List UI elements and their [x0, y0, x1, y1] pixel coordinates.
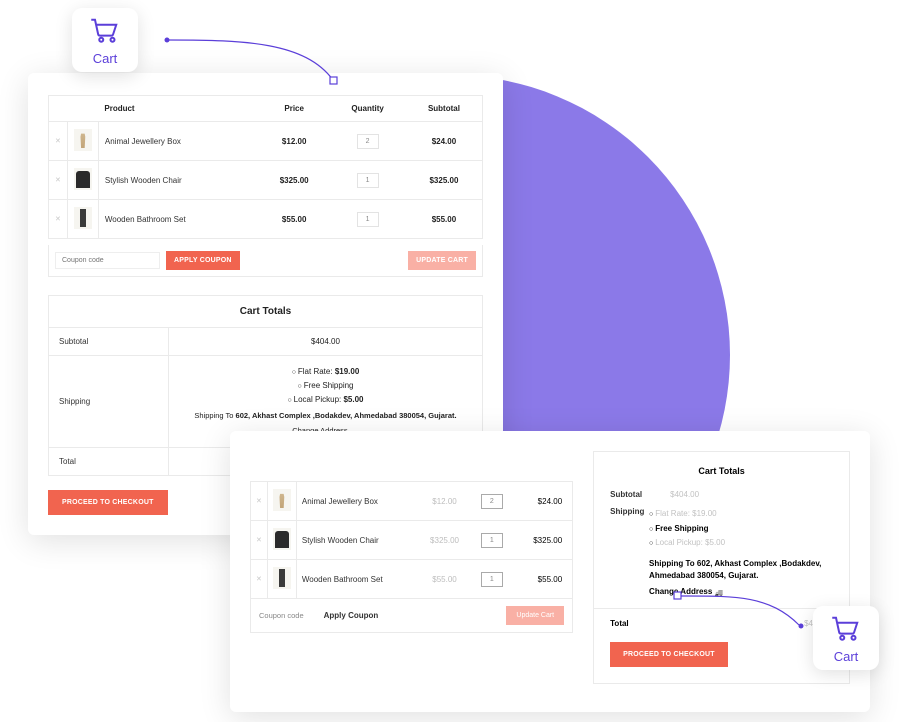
product-subtotal: $55.00: [513, 560, 572, 599]
product-thumbnail: [74, 129, 92, 151]
product-price: $55.00: [418, 560, 470, 599]
cart-totals-sidebar: Cart Totals Subtotal $404.00 Shipping Fl…: [593, 451, 850, 684]
subtotal-value: $404.00: [169, 328, 483, 356]
proceed-checkout-button[interactable]: PROCEED TO CHECKOUT: [610, 642, 728, 667]
shipping-options: Flat Rate: $19.00 Free Shipping Local Pi…: [179, 365, 472, 438]
quantity-input[interactable]: 1: [481, 572, 503, 587]
cart-badge-label: Cart: [834, 649, 859, 664]
cart-icon: [90, 18, 120, 49]
shipping-option-free[interactable]: Free Shipping: [649, 522, 833, 537]
product-name: Wooden Bathroom Set: [296, 560, 418, 599]
product-price: $325.00: [259, 161, 329, 200]
apply-coupon-button[interactable]: Apply Coupon: [324, 611, 379, 620]
coupon-input[interactable]: Coupon code: [259, 611, 304, 620]
remove-item-button[interactable]: ✕: [49, 161, 68, 200]
product-price: $12.00: [259, 122, 329, 161]
cart-badge-top: Cart: [72, 8, 138, 72]
shipping-option-local[interactable]: Local Pickup: $5.00: [179, 393, 472, 407]
col-price: Price: [259, 96, 329, 122]
connector-line-bottom: [674, 590, 804, 630]
product-subtotal: $325.00: [513, 521, 572, 560]
quantity-input[interactable]: 1: [357, 212, 379, 227]
shipping-option-free[interactable]: Free Shipping: [179, 379, 472, 393]
product-name: Stylish Wooden Chair: [98, 161, 259, 200]
quantity-input[interactable]: 1: [357, 173, 379, 188]
table-row: ✕ Stylish Wooden Chair $325.00 1 $325.00: [251, 521, 573, 560]
product-price: $325.00: [418, 521, 470, 560]
product-subtotal: $55.00: [406, 200, 483, 239]
cart-items-table-compact: ✕ Animal Jewellery Box $12.00 2 $24.00 ✕…: [250, 481, 573, 599]
remove-item-button[interactable]: ✕: [49, 200, 68, 239]
coupon-input[interactable]: [55, 252, 160, 269]
product-thumbnail: [273, 489, 291, 511]
product-subtotal: $325.00: [406, 161, 483, 200]
proceed-checkout-button[interactable]: PROCEED TO CHECKOUT: [48, 490, 168, 515]
product-price: $55.00: [259, 200, 329, 239]
shipping-address: Shipping To 602, Akhast Complex ,Bodakde…: [649, 558, 833, 582]
table-row: ✕ Stylish Wooden Chair $325.00 1 $325.00: [49, 161, 483, 200]
shipping-option-flat[interactable]: Flat Rate: $19.00: [179, 365, 472, 379]
update-cart-button[interactable]: Update Cart: [506, 606, 564, 625]
table-row: ✕ Animal Jewellery Box $12.00 2 $24.00: [251, 482, 573, 521]
product-name: Stylish Wooden Chair: [296, 521, 418, 560]
product-subtotal: $24.00: [406, 122, 483, 161]
product-thumbnail: [74, 168, 92, 190]
remove-item-button[interactable]: ✕: [49, 122, 68, 161]
apply-coupon-button[interactable]: APPLY COUPON: [166, 251, 240, 270]
product-name: Animal Jewellery Box: [296, 482, 418, 521]
quantity-input[interactable]: 2: [481, 494, 503, 509]
product-name: Wooden Bathroom Set: [98, 200, 259, 239]
cart-totals-title: Cart Totals: [610, 466, 833, 476]
col-qty: Quantity: [329, 96, 406, 122]
subtotal-label: Subtotal: [49, 328, 169, 356]
product-name: Animal Jewellery Box: [98, 122, 259, 161]
remove-item-button[interactable]: ✕: [251, 482, 268, 521]
table-row: ✕ Wooden Bathroom Set $55.00 1 $55.00: [251, 560, 573, 599]
cart-panel-compact: ✕ Animal Jewellery Box $12.00 2 $24.00 ✕…: [230, 431, 870, 712]
shipping-option-flat[interactable]: Flat Rate: $19.00: [649, 507, 833, 522]
product-subtotal: $24.00: [513, 482, 572, 521]
col-product: Product: [98, 96, 259, 122]
quantity-input[interactable]: 2: [357, 134, 379, 149]
shipping-options: Flat Rate: $19.00 Free Shipping Local Pi…: [649, 507, 833, 551]
remove-item-button[interactable]: ✕: [251, 560, 268, 599]
product-thumbnail: [273, 567, 291, 589]
product-thumbnail: [74, 207, 92, 229]
cart-totals-title: Cart Totals: [48, 295, 483, 327]
col-subtotal: Subtotal: [406, 96, 483, 122]
cart-badge-label: Cart: [93, 51, 118, 66]
subtotal-label: Subtotal: [610, 490, 670, 499]
cart-badge-bottom: Cart: [813, 606, 879, 670]
remove-item-button[interactable]: ✕: [251, 521, 268, 560]
cart-items-table: Product Price Quantity Subtotal ✕ Animal…: [48, 95, 483, 239]
shipping-label: Shipping: [610, 507, 649, 516]
total-label: Total: [610, 619, 670, 628]
total-label: Total: [49, 448, 169, 476]
shipping-option-local[interactable]: Local Pickup: $5.00: [649, 536, 833, 551]
table-row: ✕ Animal Jewellery Box $12.00 2 $24.00: [49, 122, 483, 161]
subtotal-value: $404.00: [670, 490, 699, 499]
shipping-address: Shipping To 602, Akhast Complex ,Bodakde…: [179, 410, 472, 423]
table-row: ✕ Wooden Bathroom Set $55.00 1 $55.00: [49, 200, 483, 239]
shipping-label: Shipping: [49, 356, 169, 448]
product-thumbnail: [273, 528, 291, 550]
cart-icon: [831, 616, 861, 647]
product-price: $12.00: [418, 482, 470, 521]
update-cart-button[interactable]: UPDATE CART: [408, 251, 476, 270]
connector-line-top: [165, 30, 340, 85]
quantity-input[interactable]: 1: [481, 533, 503, 548]
